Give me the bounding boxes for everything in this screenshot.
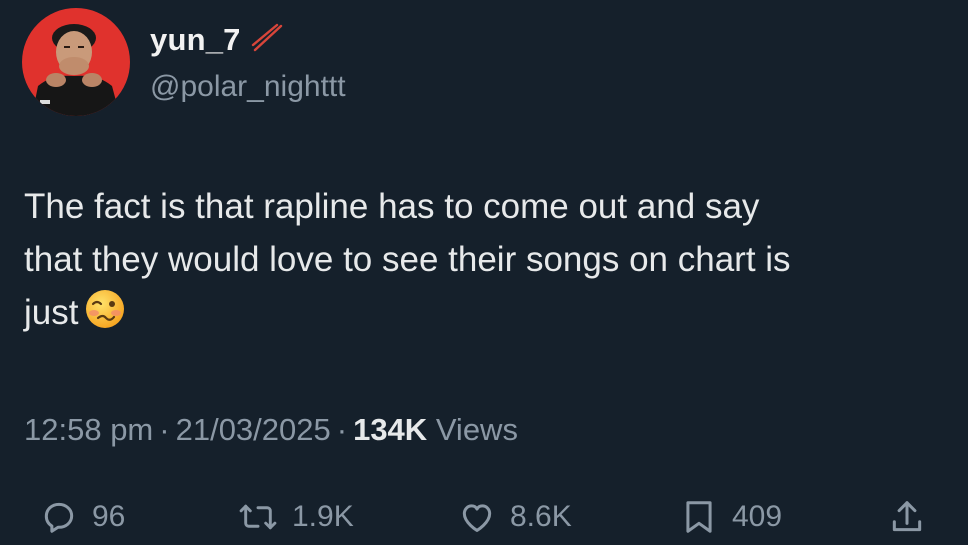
repost-button[interactable]: 1.9K [238, 490, 354, 544]
tweet-text: The fact is that rapline has to come out… [24, 180, 954, 345]
tweet-date[interactable]: 21/03/2025 [176, 412, 331, 447]
author-name-row: yun_7 [150, 22, 285, 58]
action-bar: 96 1.9K 8.6K 409 [0, 490, 968, 544]
reply-button[interactable]: 96 [40, 490, 125, 544]
heart-icon [458, 498, 496, 536]
tweet-text-line-last: just [24, 286, 954, 345]
display-name[interactable]: yun_7 [150, 22, 241, 58]
tweet-text-line: The fact is that rapline has to come out… [24, 187, 760, 226]
bookmark-count: 409 [732, 500, 783, 533]
like-button[interactable]: 8.6K [458, 490, 572, 544]
meta-separator: · [159, 412, 170, 447]
views-label: Views [435, 412, 518, 447]
tweet-text-fragment: just [24, 293, 79, 332]
like-count: 8.6K [510, 500, 572, 533]
reply-count: 96 [92, 500, 126, 533]
woozy-face-emoji-icon [84, 288, 126, 345]
tweet-text-line: that they would love to see their songs … [24, 240, 791, 279]
bookmark-button[interactable]: 409 [680, 490, 782, 544]
tweet-meta: 12:58 pm · 21/03/2025 · 134K Views [24, 412, 518, 448]
chopsticks-icon [251, 23, 285, 58]
repost-icon [238, 498, 278, 536]
avatar[interactable] [22, 8, 130, 116]
profile-photo-icon [22, 8, 130, 116]
repost-count: 1.9K [292, 500, 354, 533]
tweet-card: yun_7 @polar_nighttt The fact is that ra… [0, 0, 968, 545]
share-icon [888, 497, 926, 537]
tweet-time[interactable]: 12:58 pm [24, 412, 153, 447]
user-handle[interactable]: @polar_nighttt [150, 70, 346, 104]
reply-icon [40, 498, 78, 536]
bookmark-icon [680, 497, 718, 537]
views-count[interactable]: 134K [353, 412, 427, 447]
meta-separator: · [336, 412, 348, 447]
share-button[interactable] [888, 490, 926, 544]
